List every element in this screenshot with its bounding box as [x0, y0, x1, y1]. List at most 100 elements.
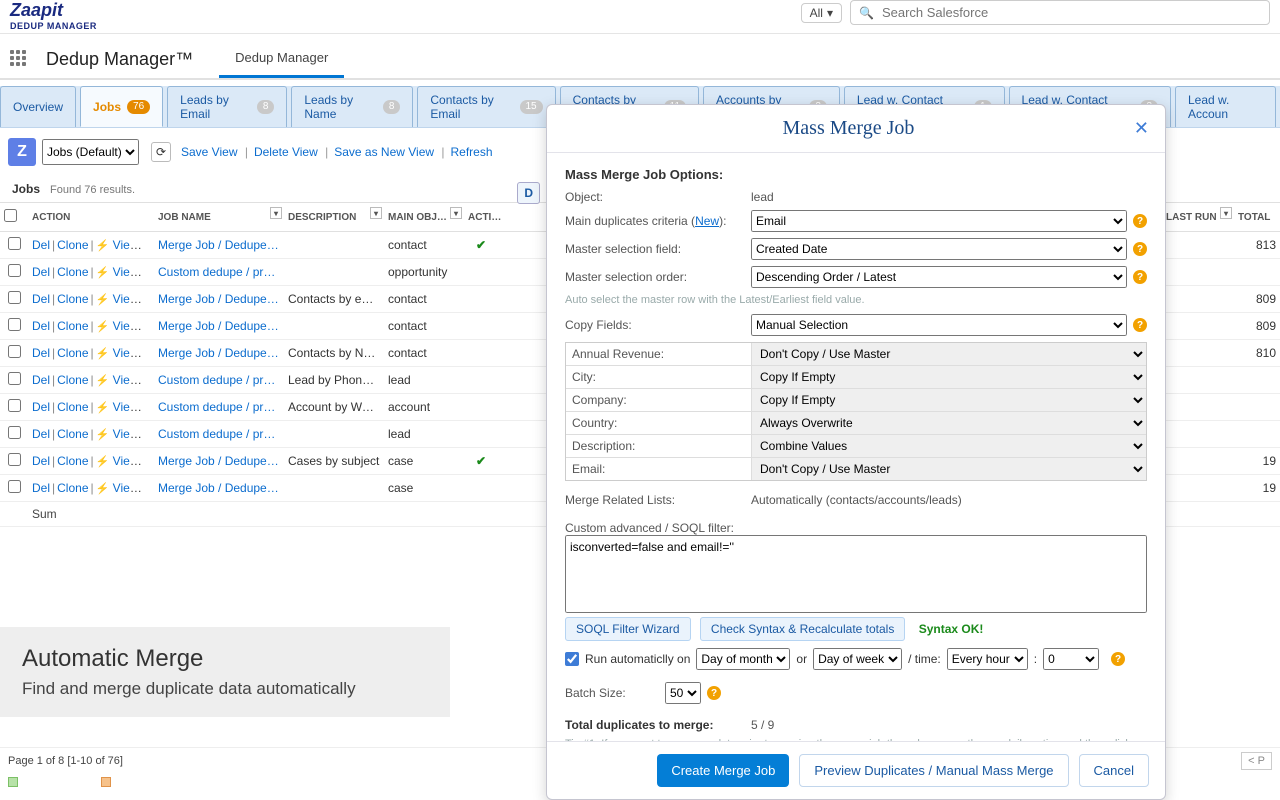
subtab-overview[interactable]: Overview [0, 86, 76, 127]
clone-link[interactable]: Clone [57, 265, 88, 279]
view-details-link[interactable]: View Details [113, 454, 154, 468]
save-as-new-view-link[interactable]: Save as New View [334, 145, 444, 159]
del-link[interactable]: Del [32, 427, 50, 441]
row-checkbox[interactable] [8, 453, 21, 466]
chevron-down-icon[interactable]: ▾ [370, 207, 382, 219]
search-input[interactable] [882, 5, 1261, 20]
chevron-down-icon[interactable]: ▾ [450, 207, 462, 219]
col-total[interactable]: TOTAL [1234, 203, 1280, 232]
batch-size-select[interactable]: 50 [665, 682, 701, 704]
del-link[interactable]: Del [32, 238, 50, 252]
copy-field-select[interactable]: Don't Copy / Use Master [752, 343, 1146, 365]
soql-wizard-button[interactable]: SOQL Filter Wizard [565, 617, 691, 641]
job-name-link[interactable]: Merge Job / Dedupe c… [154, 313, 284, 340]
run-automatically-checkbox[interactable] [565, 652, 579, 666]
clone-link[interactable]: Clone [57, 454, 88, 468]
job-name-link[interactable]: Custom dedupe / previ… [154, 367, 284, 394]
clone-link[interactable]: Clone [57, 400, 88, 414]
row-checkbox[interactable] [8, 372, 21, 385]
view-details-link[interactable]: View Details [113, 238, 154, 252]
view-details-link[interactable]: View Details [113, 373, 154, 387]
day-of-month-select[interactable]: Day of month [696, 648, 790, 670]
hour-select[interactable]: Every hour [947, 648, 1028, 670]
col-active[interactable]: ACTI… [464, 203, 498, 232]
row-checkbox[interactable] [8, 237, 21, 250]
del-link[interactable]: Del [32, 292, 50, 306]
subtab-contacts-by-email[interactable]: Contacts by Email15 [417, 86, 555, 127]
clone-link[interactable]: Clone [57, 346, 88, 360]
create-merge-job-button[interactable]: Create Merge Job [657, 754, 789, 787]
del-link[interactable]: Del [32, 454, 50, 468]
chevron-down-icon[interactable]: ▾ [270, 207, 282, 219]
select-all-checkbox[interactable] [4, 209, 17, 222]
del-link[interactable]: Del [32, 346, 50, 360]
d-button[interactable]: D [517, 182, 540, 204]
clone-link[interactable]: Clone [57, 427, 88, 441]
subtab-lead-w-accoun[interactable]: Lead w. Accoun [1175, 86, 1276, 127]
check-syntax-button[interactable]: Check Syntax & Recalculate totals [700, 617, 905, 641]
criteria-new-link[interactable]: New [695, 214, 719, 228]
job-name-link[interactable]: Custom dedupe / previ… [154, 421, 284, 448]
help-icon[interactable]: ? [1111, 652, 1125, 666]
job-name-link[interactable]: Custom dedupe / previ… [154, 259, 284, 286]
clone-link[interactable]: Clone [57, 373, 88, 387]
col-lastrun[interactable]: LAST RUN▾ [1162, 203, 1234, 232]
clone-link[interactable]: Clone [57, 481, 88, 495]
copy-field-select[interactable]: Copy If Empty [752, 366, 1146, 388]
copy-field-select[interactable]: Always Overwrite [752, 412, 1146, 434]
help-icon[interactable]: ? [1133, 270, 1147, 284]
row-checkbox[interactable] [8, 426, 21, 439]
delete-view-link[interactable]: Delete View [254, 145, 328, 159]
col-jobname[interactable]: JOB NAME▾ [154, 203, 284, 232]
job-name-link[interactable]: Merge Job / Dedupe c… [154, 448, 284, 475]
soql-filter-input[interactable] [565, 535, 1147, 613]
master-selection-field[interactable]: Created Date [751, 238, 1127, 260]
view-details-link[interactable]: View Details [113, 481, 154, 495]
row-checkbox[interactable] [8, 291, 21, 304]
del-link[interactable]: Del [32, 481, 50, 495]
save-view-link[interactable]: Save View [181, 145, 248, 159]
row-checkbox[interactable] [8, 264, 21, 277]
criteria-select[interactable]: Email [751, 210, 1127, 232]
prev-page-button[interactable]: < P [1241, 752, 1272, 770]
del-link[interactable]: Del [32, 265, 50, 279]
view-details-link[interactable]: View Details [113, 346, 154, 360]
del-link[interactable]: Del [32, 373, 50, 387]
col-description[interactable]: DESCRIPTION▾ [284, 203, 384, 232]
row-checkbox[interactable] [8, 345, 21, 358]
close-icon[interactable]: ✕ [1134, 118, 1149, 139]
day-of-week-select[interactable]: Day of week [813, 648, 902, 670]
chevron-down-icon[interactable]: ▾ [1220, 207, 1232, 219]
job-name-link[interactable]: Merge Job / Dedupe c… [154, 232, 284, 259]
search-scope-dropdown[interactable]: All▾ [801, 3, 842, 23]
job-name-link[interactable]: Merge Job / Dedupe c… [154, 475, 284, 502]
subtab-leads-by-email[interactable]: Leads by Email8 [167, 86, 287, 127]
help-icon[interactable]: ? [1133, 318, 1147, 332]
minute-select[interactable]: 0 [1043, 648, 1099, 670]
app-launcher-icon[interactable] [10, 50, 28, 68]
subtab-jobs[interactable]: Jobs76 [80, 86, 163, 127]
view-details-link[interactable]: View Details [113, 319, 154, 333]
workspace-tab[interactable]: Dedup Manager [219, 40, 344, 78]
col-mainobj[interactable]: MAIN OBJ…▾ [384, 203, 464, 232]
clone-link[interactable]: Clone [57, 292, 88, 306]
master-selection-order[interactable]: Descending Order / Latest [751, 266, 1127, 288]
job-name-link[interactable]: Merge Job / Dedupe c… [154, 286, 284, 313]
del-link[interactable]: Del [32, 400, 50, 414]
subtab-leads-by-name[interactable]: Leads by Name8 [291, 86, 413, 127]
copy-field-select[interactable]: Don't Copy / Use Master [752, 458, 1146, 480]
clone-link[interactable]: Clone [57, 238, 88, 252]
del-link[interactable]: Del [32, 319, 50, 333]
job-name-link[interactable]: Merge Job / Dedupe c… [154, 340, 284, 367]
copy-field-select[interactable]: Copy If Empty [752, 389, 1146, 411]
job-name-link[interactable]: Custom dedupe / previ… [154, 394, 284, 421]
row-checkbox[interactable] [8, 399, 21, 412]
help-icon[interactable]: ? [1133, 242, 1147, 256]
cancel-button[interactable]: Cancel [1079, 754, 1149, 787]
view-details-link[interactable]: View Details [113, 292, 154, 306]
view-selector[interactable]: Jobs (Default) [42, 139, 139, 165]
view-details-link[interactable]: View Details [113, 400, 154, 414]
refresh-link[interactable]: Refresh [451, 145, 493, 159]
preview-duplicates-button[interactable]: Preview Duplicates / Manual Mass Merge [799, 754, 1068, 787]
view-details-link[interactable]: View Details [113, 427, 154, 441]
